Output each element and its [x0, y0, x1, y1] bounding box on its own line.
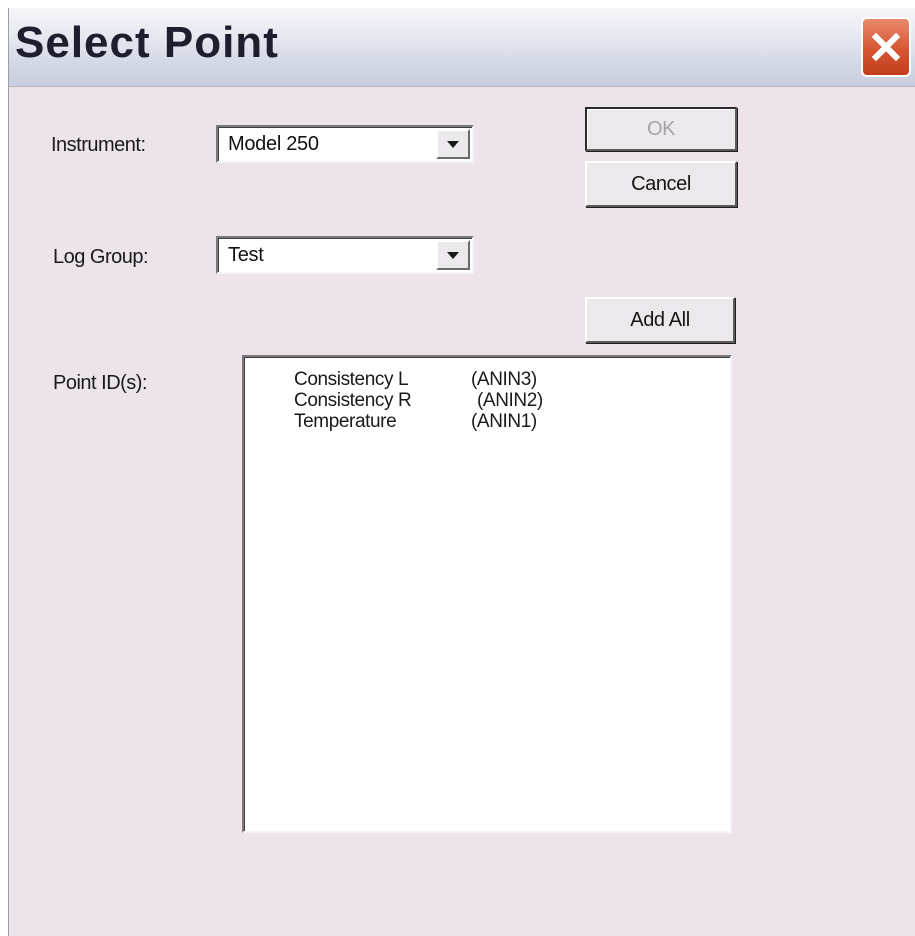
chevron-down-icon — [447, 140, 459, 148]
point-name: Consistency R — [294, 390, 412, 411]
cancel-button[interactable]: Cancel — [585, 161, 737, 207]
close-button[interactable] — [861, 17, 911, 77]
log-group-label: Log Group: — [53, 246, 149, 268]
log-group-value: Test — [228, 244, 264, 266]
point-id: (ANIN1) — [471, 411, 537, 432]
list-item[interactable]: Consistency L (ANIN3) — [294, 369, 714, 391]
instrument-value: Model 250 — [228, 133, 319, 155]
close-icon — [871, 32, 901, 62]
point-ids-listbox[interactable]: Consistency L (ANIN3) Consistency R (ANI… — [242, 355, 732, 833]
instrument-label: Instrument: — [51, 134, 146, 156]
point-id: (ANIN3) — [471, 369, 537, 390]
point-name: Temperature — [294, 411, 397, 432]
point-id: (ANIN2) — [477, 390, 543, 411]
title-bar[interactable]: Select Point — [9, 8, 915, 87]
select-point-dialog: Select Point Instrument: Model 250 OK Ca… — [8, 8, 915, 936]
point-ids-label: Point ID(s): — [53, 372, 148, 394]
point-name: Consistency L — [294, 369, 409, 390]
instrument-dropdown[interactable]: Model 250 — [216, 125, 474, 163]
list-item[interactable]: Temperature (ANIN1) — [294, 411, 714, 433]
instrument-dropdown-button[interactable] — [436, 129, 470, 159]
log-group-dropdown[interactable]: Test — [216, 236, 474, 274]
chevron-down-icon — [447, 251, 459, 259]
log-group-dropdown-button[interactable] — [436, 240, 470, 270]
add-all-button[interactable]: Add All — [585, 297, 735, 343]
ok-button[interactable]: OK — [585, 107, 737, 151]
list-item[interactable]: Consistency R (ANIN2) — [294, 390, 714, 412]
dialog-title: Select Point — [15, 18, 279, 67]
